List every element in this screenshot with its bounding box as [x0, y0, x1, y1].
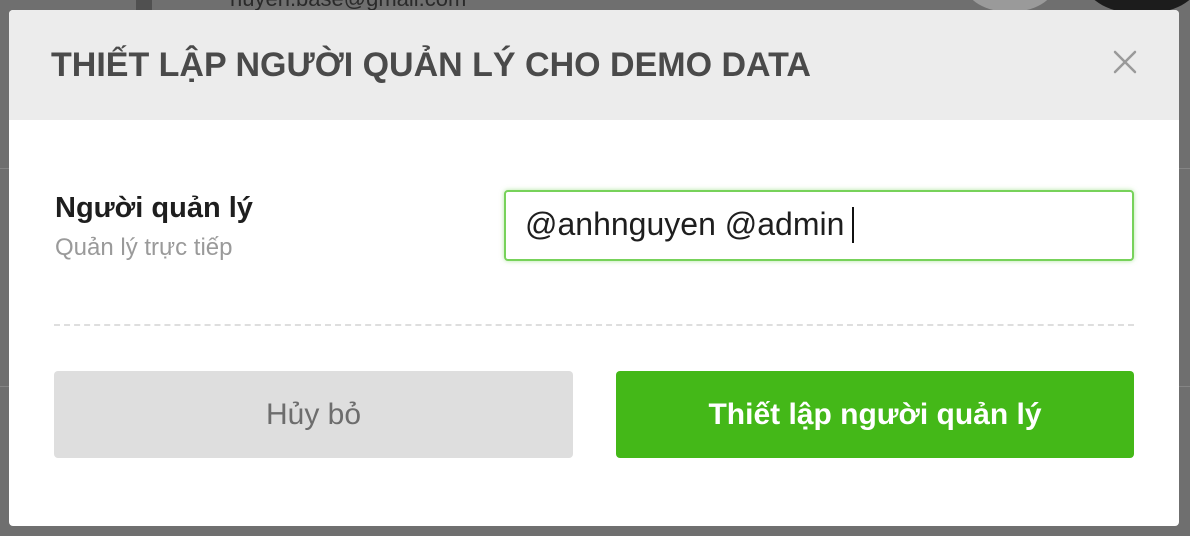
field-label-manager: Người quản lý	[55, 192, 253, 224]
field-sublabel-direct-manager: Quản lý trực tiếp	[55, 234, 233, 261]
set-manager-dialog: THIẾT LẬP NGƯỜI QUẢN LÝ CHO DEMO DATA Ng…	[9, 10, 1179, 526]
dialog-header: THIẾT LẬP NGƯỜI QUẢN LÝ CHO DEMO DATA	[9, 10, 1179, 120]
set-manager-button[interactable]: Thiết lập người quản lý	[616, 371, 1134, 458]
manager-input-text: @anhnguyen @admin	[525, 206, 855, 243]
close-icon[interactable]	[1109, 46, 1141, 78]
manager-input-value: @anhnguyen @admin	[525, 206, 845, 242]
text-caret	[852, 206, 855, 243]
manager-input[interactable]: @anhnguyen @admin	[504, 190, 1134, 261]
cancel-button[interactable]: Hủy bỏ	[54, 371, 573, 458]
dashed-divider	[54, 324, 1134, 326]
dialog-title: THIẾT LẬP NGƯỜI QUẢN LÝ CHO DEMO DATA	[51, 46, 811, 84]
